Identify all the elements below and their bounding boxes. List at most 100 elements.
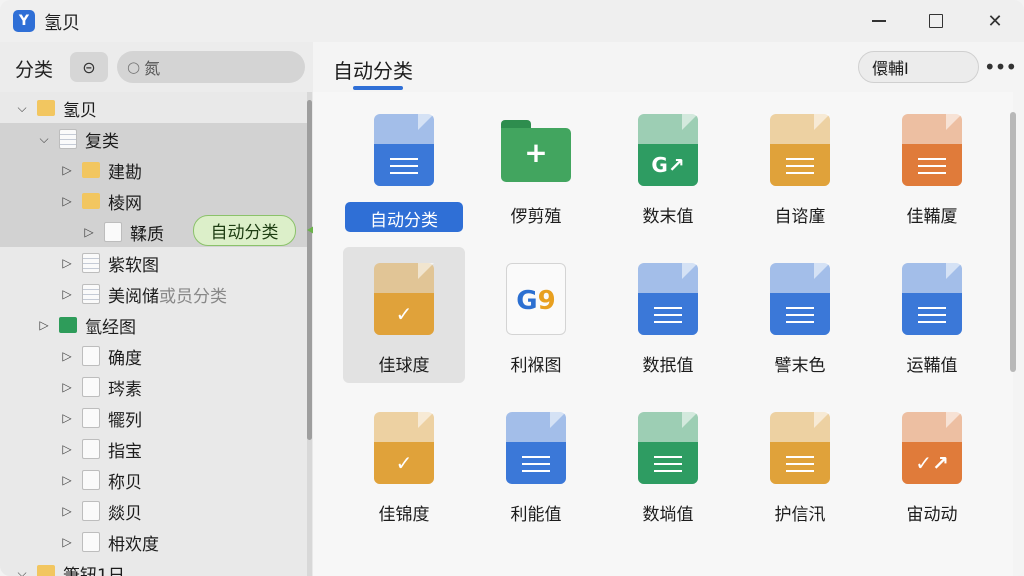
file-tile[interactable]: ✓ 佳球度 (343, 247, 465, 383)
tree-item-text: 筆钮1日 (63, 566, 125, 576)
folder-icon (82, 162, 100, 178)
tree-item[interactable]: ⌵ 氢贝 (0, 92, 308, 123)
doc-icon (82, 408, 100, 428)
chevron-right-icon[interactable]: ▷ (60, 287, 74, 301)
title-underline (353, 86, 403, 90)
tree-item[interactable]: ▷ 指宝 (0, 433, 308, 464)
file-tile[interactable]: G↗ 数末值 (607, 98, 729, 234)
file-tile[interactable]: + 㑩剪殖 (475, 98, 597, 234)
tree-item[interactable]: ▷ 枏欢度 (0, 526, 308, 557)
file-tile[interactable]: 运鞴值 (871, 247, 993, 383)
chevron-down-icon[interactable]: ⌵ (15, 101, 29, 115)
file-tile-label: 佳球度 (378, 356, 430, 376)
chevron-down-icon[interactable]: ⌵ (37, 132, 51, 146)
tree-item[interactable]: ▷ 紫软图 (0, 247, 308, 278)
chevron-down-icon[interactable]: ⌵ (15, 566, 29, 576)
doc-icon (82, 377, 100, 397)
file-tile[interactable]: ✓ 佳锦度 (343, 396, 465, 532)
document-icon (770, 114, 830, 186)
chevron-right-icon[interactable]: ▷ (82, 225, 96, 239)
chevron-right-icon[interactable]: ▷ (60, 442, 74, 456)
doc-lines-icon (82, 284, 100, 304)
sort-button[interactable]: 儇輔I (858, 51, 979, 83)
tree-item-label: 建勘 (108, 158, 142, 183)
chevron-right-icon[interactable]: ▷ (60, 349, 74, 363)
file-tile[interactable]: G9 利褓图 (475, 247, 597, 383)
file-tile-label: 利能值 (510, 505, 562, 525)
tree-item-label: 琌素 (108, 375, 142, 400)
file-tile[interactable]: 譬末色 (739, 247, 861, 383)
main-scrollbar[interactable] (1010, 92, 1018, 576)
more-icon[interactable]: ••• (984, 53, 1017, 81)
tree-item-label: 称贝 (108, 468, 142, 493)
chevron-right-icon[interactable]: ▷ (60, 380, 74, 394)
file-tile[interactable]: ✓↗ 宙动动 (871, 396, 993, 532)
tree-item-text: 称贝 (108, 473, 142, 493)
file-tile[interactable]: 佳鞴厦 (871, 98, 993, 234)
file-tile[interactable]: 自动分类 (343, 98, 465, 234)
close-button[interactable]: ✕ (966, 0, 1024, 42)
app-window: Y 氢贝 ✕ 分类 ⊝ ○ ⌵ 氢贝 ⌵ 复类 ▷ 建勘 ▷ 棱网 ▷ 鞣质 ▷ 紫软图 ▷ 美阅储或员分… (0, 0, 1024, 576)
doc-icon (82, 346, 100, 366)
tree-item-text: 犤列 (108, 411, 142, 431)
chevron-right-icon[interactable]: ▷ (60, 411, 74, 425)
sidebar-scrollbar-thumb[interactable] (307, 100, 312, 440)
tree-item-label: 燚贝 (108, 499, 142, 524)
folder-icon (82, 193, 100, 209)
filter-icon: ⊝ (82, 57, 96, 77)
file-tile-label: 譬末色 (774, 356, 826, 376)
file-tile[interactable]: 自谘廑 (739, 98, 861, 234)
tree-item[interactable]: ⌵ 筆钮1日 (0, 557, 308, 576)
filter-button[interactable]: ⊝ (70, 52, 108, 82)
file-tile[interactable]: 数埫值 (607, 396, 729, 532)
maximize-button[interactable] (907, 0, 965, 42)
tree-item[interactable]: ⌵ 复类 (0, 123, 308, 154)
tree-item[interactable]: ▷ 称贝 (0, 464, 308, 495)
main-scrollbar-thumb[interactable] (1010, 112, 1016, 372)
file-tile-label: 利褓图 (510, 356, 562, 376)
file-tile-label: 数抿值 (642, 356, 694, 376)
tree-item-text: 指宝 (108, 442, 142, 462)
tree-item-label: 犤列 (108, 406, 142, 431)
document-icon (902, 114, 962, 186)
sidebar-scrollbar[interactable] (307, 92, 312, 576)
chevron-right-icon[interactable]: ▷ (37, 318, 51, 332)
search-box[interactable]: ○ (117, 51, 305, 83)
chevron-right-icon[interactable]: ▷ (60, 163, 74, 177)
tree-item-text: 棱网 (108, 194, 142, 214)
tree-item[interactable]: ▷ 美阅储或员分类 (0, 278, 308, 309)
folder-icon (37, 100, 55, 116)
sidebar-header: 分类 ⊝ ○ (0, 42, 313, 92)
chevron-right-icon[interactable]: ▷ (60, 194, 74, 208)
document-icon (374, 114, 434, 186)
doc-icon (82, 470, 100, 490)
tree-item[interactable]: ▷ 棱网 (0, 185, 308, 216)
file-tile[interactable]: 利能值 (475, 396, 597, 532)
sidebar: 分类 ⊝ ○ ⌵ 氢贝 ⌵ 复类 ▷ 建勘 ▷ 棱网 ▷ 鞣质 ▷ 紫软图 ▷ 美阅储或员分类 ▷ 氫经图 ▷ 确… (0, 42, 313, 576)
tree-item[interactable]: ▷ 琌素 (0, 371, 308, 402)
tree-item-text: 确度 (108, 349, 142, 369)
tree-item-label: 指宝 (108, 437, 142, 462)
file-tile-label: 自谘廑 (774, 207, 826, 227)
minimize-icon (872, 20, 886, 22)
file-tile[interactable]: 护信汛 (739, 396, 861, 532)
tree-item[interactable]: ▷ 燚贝 (0, 495, 308, 526)
category-tree: ⌵ 氢贝 ⌵ 复类 ▷ 建勘 ▷ 棱网 ▷ 鞣质 ▷ 紫软图 ▷ 美阅储或员分类 ▷ 氫经图 ▷ 确度 ▷ 琌素 ▷ 犤列… (0, 92, 308, 576)
chevron-right-icon[interactable]: ▷ (60, 504, 74, 518)
tree-item-label: 美阅储或员分类 (108, 282, 227, 307)
file-tile-label: 护信汛 (774, 505, 826, 525)
chevron-right-icon[interactable]: ▷ (60, 256, 74, 270)
tree-item[interactable]: ▷ 犤列 (0, 402, 308, 433)
file-tile[interactable]: 数抿值 (607, 247, 729, 383)
tree-item[interactable]: ▷ 确度 (0, 340, 308, 371)
minimize-button[interactable] (850, 0, 908, 42)
tree-item[interactable]: ▷ 氫经图 (0, 309, 308, 340)
chevron-right-icon[interactable]: ▷ (60, 473, 74, 487)
search-input[interactable] (144, 57, 285, 77)
chevron-right-icon[interactable]: ▷ (60, 535, 74, 549)
tree-item-label: 紫软图 (108, 251, 159, 276)
document-icon (770, 412, 830, 484)
green-folder-icon (59, 317, 77, 333)
tree-item[interactable]: ▷ 建勘 (0, 154, 308, 185)
document-icon (638, 263, 698, 335)
